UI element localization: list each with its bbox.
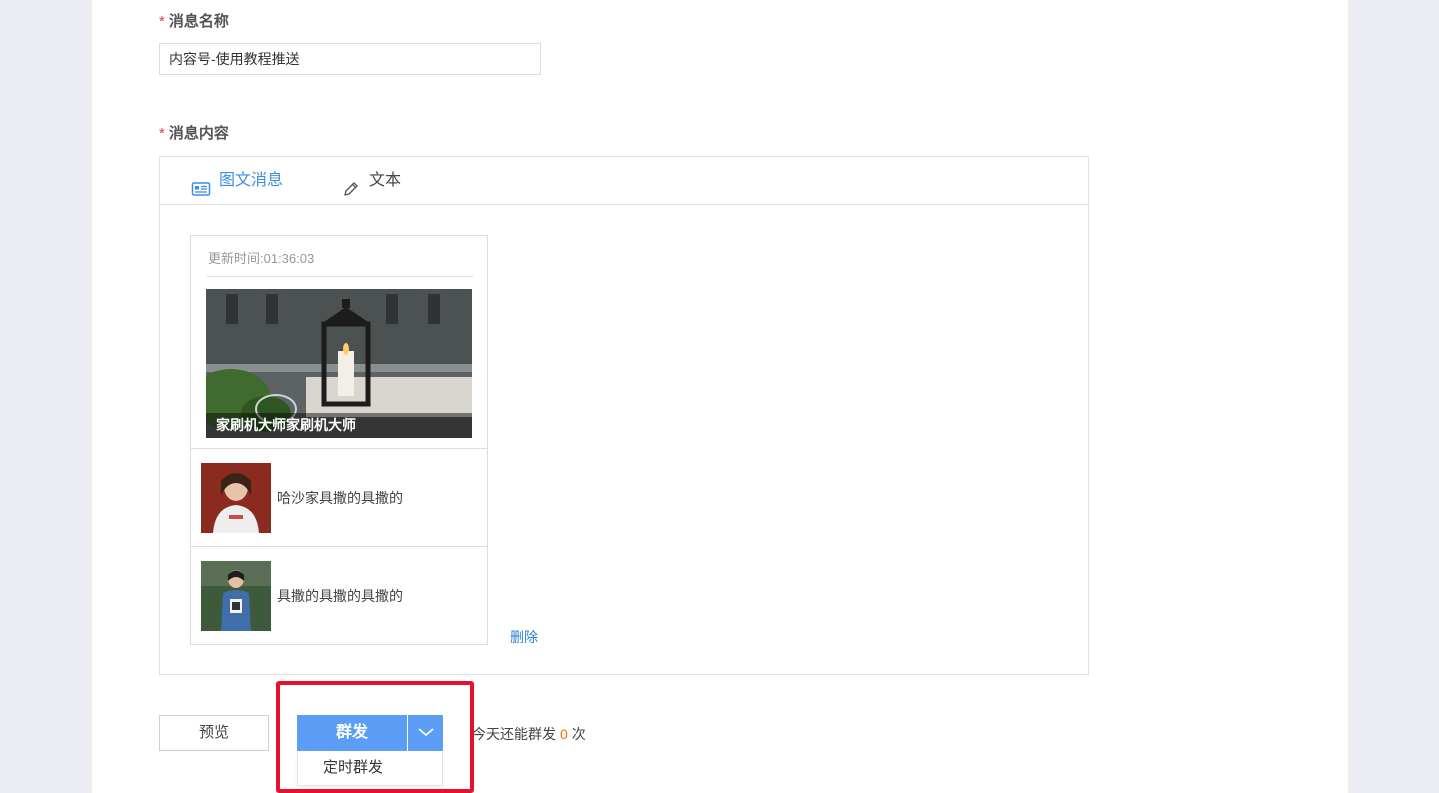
mass-send-button[interactable]: 群发 [297, 715, 407, 751]
scheduled-send-option[interactable]: 定时群发 [298, 752, 408, 784]
pencil-icon [341, 171, 361, 196]
article-item-title: 具撒的具撒的具撒的 [277, 588, 403, 604]
tab-text[interactable]: 文本 [341, 157, 401, 205]
news-article-card[interactable]: 更新时间:01:36:03 家刷机大师家刷机大师 哈沙家具撒的具撒的 具撒的具撒… [190, 235, 488, 645]
preview-button[interactable]: 预览 [159, 715, 269, 751]
article-thumbnail [201, 463, 271, 533]
quota-prefix: 今天还能群发 [472, 726, 556, 742]
tab-news-label: 图文消息 [219, 172, 284, 189]
quota-count: 0 [560, 726, 568, 742]
required-mark: * [159, 13, 165, 30]
article-list-item[interactable]: 哈沙家具撒的具撒的 [191, 448, 487, 546]
content-type-tabs: 图文消息 文本 [160, 157, 1088, 205]
message-content-label: * 消息内容 [159, 122, 229, 143]
message-content-editor: 图文消息 文本 更新时间:01:36:03 家刷机大师家刷机大师 哈沙家具撒的具… [159, 156, 1089, 675]
message-name-input[interactable] [159, 43, 541, 75]
send-options-toggle[interactable] [408, 715, 443, 751]
message-name-label: * 消息名称 [159, 10, 229, 31]
tab-news[interactable]: 图文消息 [191, 157, 283, 205]
chevron-down-icon [417, 724, 434, 742]
tab-text-label: 文本 [369, 172, 402, 189]
message-content-label-text: 消息内容 [168, 125, 229, 142]
delete-link[interactable]: 删除 [510, 627, 538, 647]
required-mark: * [159, 125, 165, 142]
message-name-label-text: 消息名称 [168, 13, 229, 30]
send-options-dropdown: 定时群发 [297, 752, 443, 786]
cover-image: 家刷机大师家刷机大师 [206, 289, 472, 438]
news-card-icon [191, 171, 211, 196]
quota-suffix: 次 [571, 726, 586, 742]
update-time: 更新时间:01:36:03 [208, 251, 315, 266]
card-divider [206, 276, 474, 277]
send-quota-text: 今天还能群发 0 次 [472, 724, 586, 744]
article-thumbnail [201, 561, 271, 631]
cover-title: 家刷机大师家刷机大师 [206, 413, 472, 438]
article-item-title: 哈沙家具撒的具撒的 [277, 490, 403, 506]
article-list-item[interactable]: 具撒的具撒的具撒的 [191, 546, 487, 644]
